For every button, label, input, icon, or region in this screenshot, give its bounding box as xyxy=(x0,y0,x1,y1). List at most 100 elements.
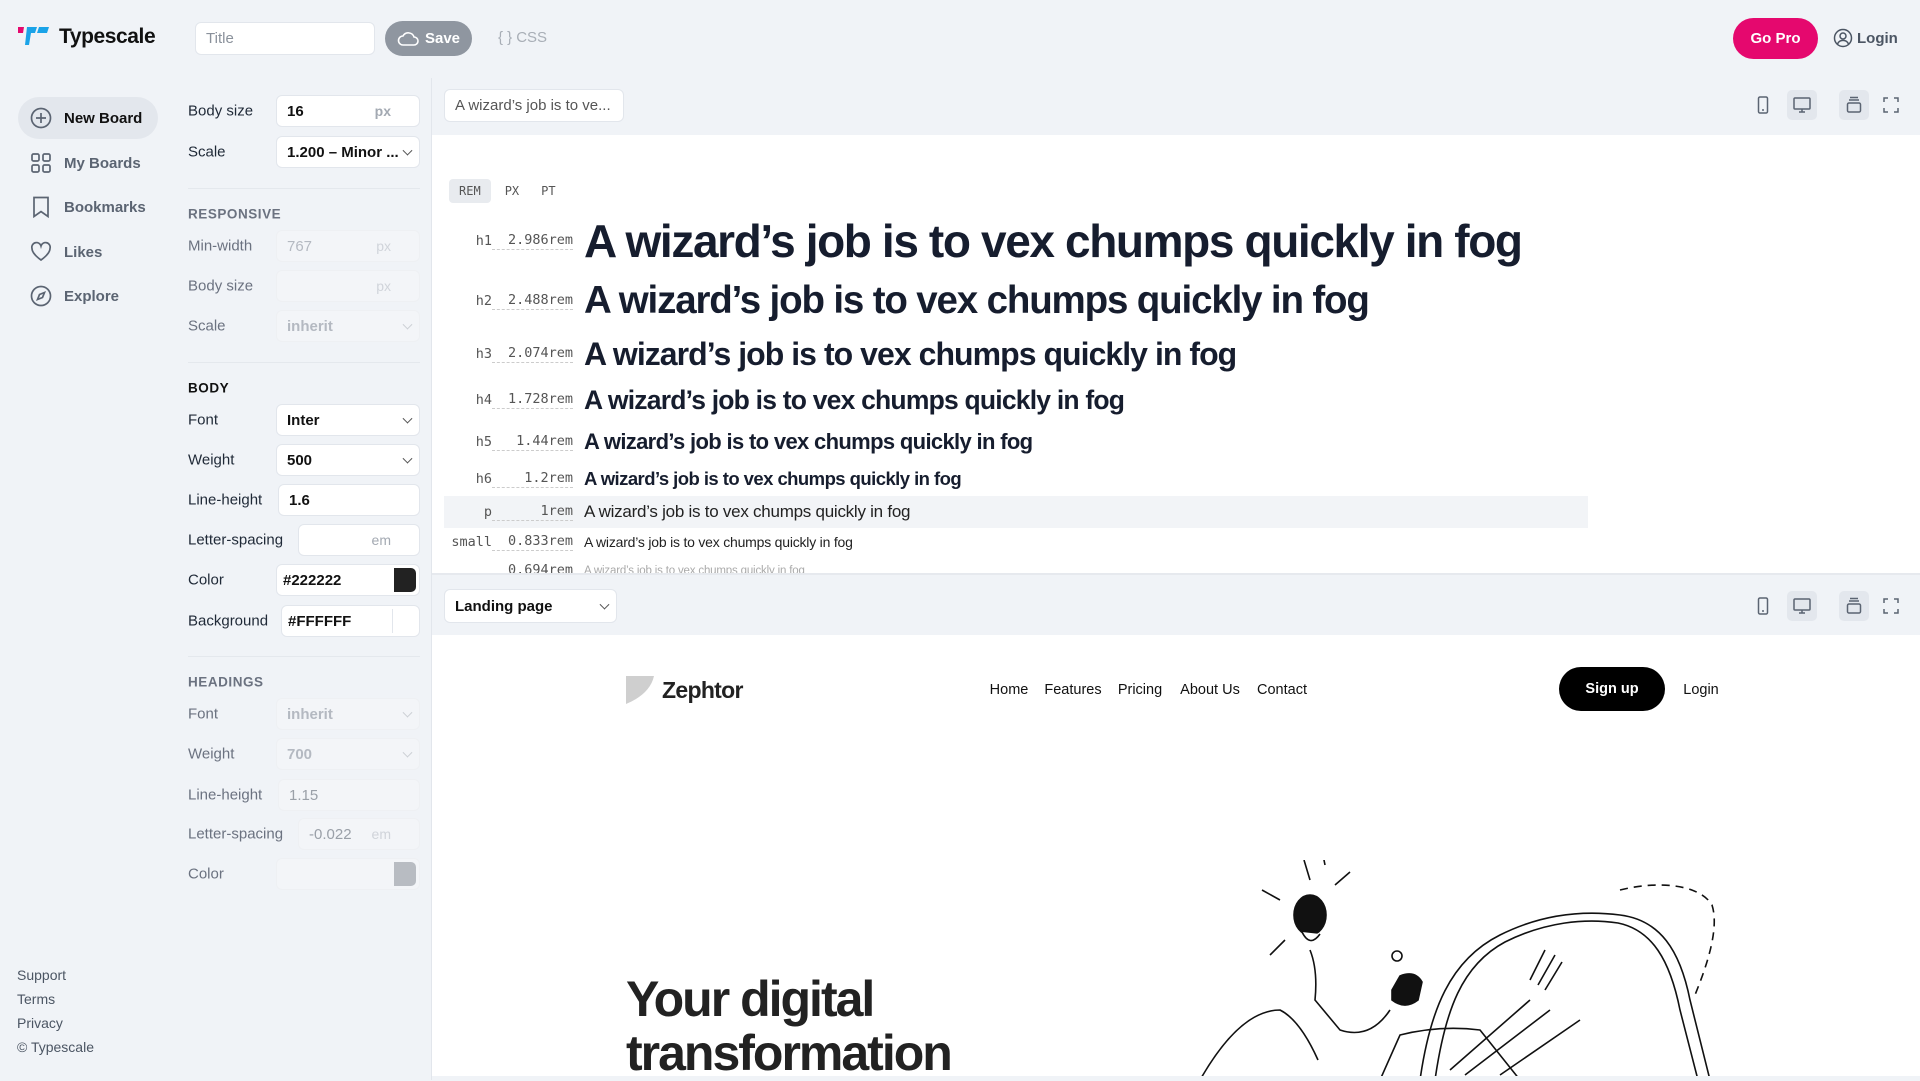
headings-letter-spacing-label: Letter-spacing xyxy=(188,825,284,843)
go-pro-button[interactable]: Go Pro xyxy=(1733,18,1818,59)
template-value: Landing page xyxy=(455,597,553,615)
nav-about-us[interactable]: About Us xyxy=(1180,682,1240,698)
hero-title: Your digital transformation xyxy=(626,971,953,1081)
compass-icon xyxy=(30,285,52,307)
sidebar-item-new-board[interactable]: New Board xyxy=(18,97,158,139)
body-letter-spacing-input[interactable]: em xyxy=(298,524,420,556)
color-swatch[interactable] xyxy=(394,568,416,592)
chevron-down-icon xyxy=(402,145,413,156)
min-width-input[interactable]: 767 px xyxy=(276,230,420,262)
support-link[interactable]: Support xyxy=(17,967,66,983)
sample-text: A wizard’s job is to vex chumps quickly … xyxy=(584,335,1237,372)
title-input[interactable]: Title xyxy=(195,22,375,55)
typescale-logo-icon xyxy=(18,27,49,45)
sidebar-item-my-boards[interactable]: My Boards xyxy=(18,142,158,184)
nav-home[interactable]: Home xyxy=(990,682,1029,698)
body-size-input[interactable]: 16 px xyxy=(276,95,420,127)
signup-button[interactable]: Sign up xyxy=(1559,667,1665,711)
background-value: #FFFFFF xyxy=(288,612,352,630)
chevron-down-icon xyxy=(599,599,610,610)
scale-row-xsmall[interactable]: 0.694rem A wizard’s job is to vex chumps … xyxy=(444,562,1588,573)
desktop-view-button[interactable] xyxy=(1787,90,1817,120)
stack-view-button[interactable] xyxy=(1839,591,1869,621)
nav-features[interactable]: Features xyxy=(1044,682,1101,698)
logo[interactable]: Typescale xyxy=(17,24,156,50)
headings-weight-label: Weight xyxy=(188,745,235,763)
mobile-view-button[interactable] xyxy=(1748,591,1778,621)
fullscreen-button[interactable] xyxy=(1876,591,1906,621)
body-color-value: #222222 xyxy=(283,571,342,589)
body-line-height-input[interactable]: 1.6 xyxy=(278,484,420,516)
tab-pt[interactable]: PT xyxy=(533,179,563,203)
headings-font-select[interactable]: inherit xyxy=(276,698,420,730)
hero-line-1: Your digital xyxy=(626,971,875,1027)
sample-text: A wizard’s job is to vex chumps quickly … xyxy=(584,215,1523,267)
preview-text-input[interactable]: A wizard’s job is to ve... xyxy=(444,89,624,122)
sidebar-item-likes[interactable]: Likes xyxy=(18,231,158,273)
headings-font-label: Font xyxy=(188,705,219,723)
headings-color-input[interactable] xyxy=(276,858,420,890)
body-color-input[interactable]: #222222 xyxy=(276,564,420,596)
zephtor-logo[interactable]: Zephtor xyxy=(626,676,743,704)
body-font-select[interactable]: Inter xyxy=(276,404,420,436)
sidebar-label: My Boards xyxy=(64,154,141,172)
fullscreen-button[interactable] xyxy=(1876,90,1906,120)
background-color-input[interactable]: #FFFFFF xyxy=(281,605,420,637)
headings-weight-select[interactable]: 700 xyxy=(276,738,420,770)
responsive-scale-select[interactable]: inherit xyxy=(276,310,420,342)
size-label: 0.833rem xyxy=(492,533,573,551)
template-select[interactable]: Landing page xyxy=(444,589,617,623)
layers-icon xyxy=(1846,96,1862,113)
landing-login-link[interactable]: Login xyxy=(1683,682,1718,698)
user-circle-icon xyxy=(1833,28,1853,48)
tag-label: h1 xyxy=(475,233,492,249)
body-weight-select[interactable]: 500 xyxy=(276,444,420,476)
hero-line-2: transformation xyxy=(626,1025,953,1081)
responsive-body-size-input[interactable]: px xyxy=(276,270,420,302)
braces-icon: { } xyxy=(498,29,513,46)
save-button[interactable]: Save xyxy=(385,21,472,56)
scale-row-clip: 0.694rem A wizard’s job is to vex chumps … xyxy=(444,562,1588,573)
body-size-label: Body size xyxy=(188,102,254,120)
headings-weight-value: 700 xyxy=(287,745,313,763)
css-button[interactable]: { } CSS xyxy=(498,29,547,46)
body-color-label: Color xyxy=(188,571,224,589)
desktop-view-button[interactable] xyxy=(1787,591,1817,621)
illustration xyxy=(1201,860,1716,1076)
tab-rem[interactable]: REM xyxy=(449,179,491,203)
fullscreen-icon xyxy=(1883,97,1899,113)
body-weight-value: 500 xyxy=(287,451,313,469)
app-name: Typescale xyxy=(59,25,156,48)
sample-text: A wizard’s job is to vex chumps quickly … xyxy=(584,565,805,573)
sidebar-label: Explore xyxy=(64,287,120,305)
nav-contact[interactable]: Contact xyxy=(1257,682,1307,698)
scale-select[interactable]: 1.200 – Minor ... xyxy=(276,136,420,168)
sidebar-item-bookmarks[interactable]: Bookmarks xyxy=(18,186,158,228)
nav-pricing[interactable]: Pricing xyxy=(1118,682,1162,698)
terms-link[interactable]: Terms xyxy=(17,991,55,1007)
scale-row-h3[interactable]: h3 2.074rem A wizard’s job is to vex chump… xyxy=(444,334,1588,374)
divider xyxy=(188,188,420,189)
grid-icon xyxy=(31,153,51,173)
color-swatch[interactable] xyxy=(392,609,416,633)
sidebar-item-explore[interactable]: Explore xyxy=(18,275,158,317)
scale-row-h4[interactable]: h4 1.728rem A wizard’s job is to vex chump… xyxy=(444,380,1588,420)
tag-label: h6 xyxy=(475,471,492,487)
min-width-label: Min-width xyxy=(188,237,253,255)
headings-line-height-input[interactable]: 1.15 xyxy=(278,779,420,811)
scale-row-small[interactable]: small 0.833rem A wizard’s job is to vex ch… xyxy=(444,522,1588,562)
scale-row-h5[interactable]: h5 1.44rem A wizard’s job is to vex chumps… xyxy=(444,422,1588,462)
tab-px[interactable]: PX xyxy=(497,179,527,203)
privacy-link[interactable]: Privacy xyxy=(17,1015,63,1031)
color-swatch[interactable] xyxy=(394,862,416,886)
save-label: Save xyxy=(424,30,461,47)
scale-row-h2[interactable]: h2 2.488rem A wizard’s job is to vex chump… xyxy=(444,279,1588,322)
sample-text: A wizard’s job is to vex chumps quickly … xyxy=(584,468,962,489)
mobile-view-button[interactable] xyxy=(1748,90,1778,120)
headings-letter-spacing-input[interactable]: -0.022 em xyxy=(298,818,420,850)
body-line-height-label: Line-height xyxy=(188,491,263,509)
login-button[interactable]: Login xyxy=(1833,28,1898,48)
stack-view-button[interactable] xyxy=(1839,90,1869,120)
scale-row-h1[interactable]: h1 2.986rem A wizard’s job is to vex chump… xyxy=(444,215,1588,267)
sample-text: A wizard’s job is to vex chumps quickly … xyxy=(584,384,1125,415)
